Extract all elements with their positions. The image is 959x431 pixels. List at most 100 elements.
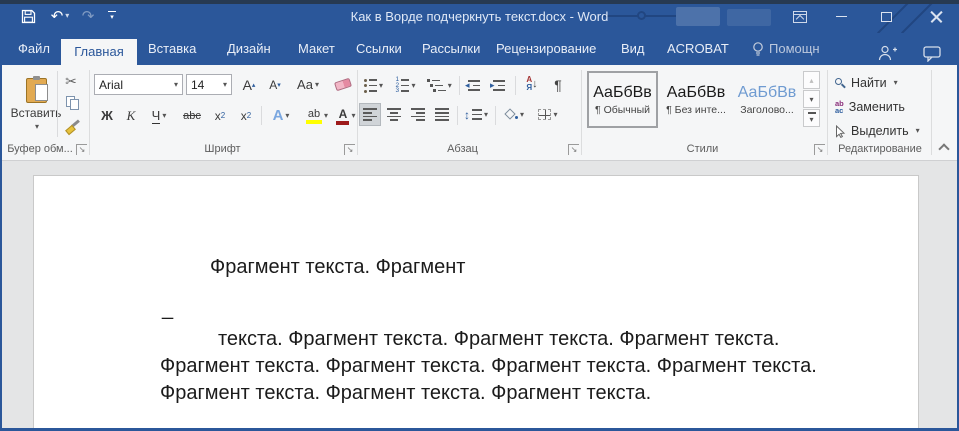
lightbulb-icon	[752, 41, 764, 57]
chevron-up-icon	[938, 143, 949, 154]
tab-home[interactable]: Главная	[61, 39, 137, 65]
tab-acrobat[interactable]: ACROBAT	[667, 33, 729, 65]
sort-button[interactable]: А Я ↓	[519, 72, 545, 95]
grow-font-button[interactable]: А▴	[237, 73, 261, 96]
up-caret-icon: ▴	[809, 76, 813, 85]
justify-icon	[435, 108, 449, 121]
cut-button[interactable]: ✂	[60, 70, 82, 93]
strikethrough-button[interactable]: abc	[178, 104, 206, 127]
minimize-icon	[836, 16, 847, 18]
justify-button[interactable]	[431, 103, 453, 126]
shading-button[interactable]: ▾	[499, 103, 529, 126]
save-button[interactable]	[18, 6, 38, 26]
close-button[interactable]	[921, 0, 951, 33]
find-button[interactable]: Найти ▾	[835, 73, 898, 93]
ribbon-display-options-icon	[793, 11, 807, 23]
chevron-down-icon: ▾	[162, 112, 166, 120]
bullets-button[interactable]: ▾	[360, 74, 387, 97]
decrease-indent-button[interactable]: ◂	[463, 74, 485, 97]
clipboard-dialog-launcher[interactable]: ↘	[76, 144, 87, 155]
text-effects-button[interactable]: А ▾	[265, 104, 297, 127]
multilevel-list-button[interactable]: ▾	[424, 74, 455, 97]
underline-button[interactable]: Ч ▾	[144, 104, 174, 127]
borders-button[interactable]: ▾	[533, 103, 563, 126]
styles-more-button[interactable]: ▾	[803, 109, 820, 127]
change-case-button[interactable]: Аа▾	[292, 73, 324, 96]
customize-qat-button[interactable]: ▾	[104, 6, 120, 26]
ribbon: Вставить ▾ ✂ Буфер обм... ↘ Arial ▾ 14 ▾…	[0, 65, 959, 161]
tab-insert[interactable]: Вставка	[148, 33, 196, 65]
titlebar-decoration	[727, 9, 771, 26]
minimize-button[interactable]	[827, 0, 855, 33]
paragraph-group-label: Абзац	[405, 143, 520, 155]
style-card-no-spacing[interactable]: АаБбВв ¶ Без инте...	[661, 71, 731, 128]
arrow-down-icon: ↓	[532, 78, 538, 90]
shrink-font-button[interactable]: А▾	[263, 73, 287, 96]
align-center-icon	[387, 108, 401, 121]
document-line: Фрагмент текста. Фрагмент текста. Фрагме…	[160, 382, 651, 404]
document-area: Фрагмент текста. Фрагмент _ текста. Фраг…	[0, 162, 959, 431]
share-button[interactable]	[878, 41, 898, 59]
copy-button[interactable]	[62, 92, 84, 115]
tab-view[interactable]: Вид	[621, 33, 645, 65]
undo-button[interactable]: ↶ ▾	[46, 6, 74, 26]
borders-icon	[538, 109, 551, 120]
tab-review[interactable]: Рецензирование	[496, 33, 596, 65]
highlight-button[interactable]: ab ▾	[300, 104, 334, 127]
paint-bucket-icon	[504, 108, 518, 121]
mini-separator	[57, 71, 58, 137]
numbering-icon: 1 2 3	[395, 78, 409, 93]
italic-button[interactable]: К	[120, 104, 142, 127]
format-painter-button[interactable]	[62, 115, 84, 138]
paste-button[interactable]: Вставить ▾	[16, 69, 56, 139]
superscript-button[interactable]: x2	[234, 104, 258, 127]
font-dialog-launcher[interactable]: ↘	[344, 144, 355, 155]
font-color-button[interactable]: А ▾	[336, 104, 356, 127]
increase-indent-button[interactable]: ▸	[488, 74, 510, 97]
chevron-down-icon: ▾	[324, 112, 328, 120]
tab-references[interactable]: Ссылки	[356, 33, 402, 65]
ribbon-display-options-button[interactable]	[786, 0, 814, 33]
undo-icon: ↶	[51, 7, 64, 25]
numbering-button[interactable]: 1 2 3 ▾	[392, 74, 419, 97]
underline-mark: _	[162, 298, 173, 320]
up-caret-icon: ▴	[252, 81, 256, 89]
document-page[interactable]: Фрагмент текста. Фрагмент _ текста. Фраг…	[33, 175, 919, 431]
font-group-label: Шрифт	[160, 143, 285, 155]
font-color-bar	[336, 121, 349, 125]
paragraph-dialog-launcher[interactable]: ↘	[568, 144, 579, 155]
align-center-button[interactable]	[383, 103, 405, 126]
chevron-down-icon: ▾	[35, 123, 39, 131]
tab-help[interactable]: Помощн	[752, 33, 820, 65]
styles-dialog-launcher[interactable]: ↘	[814, 144, 825, 155]
subscript-button[interactable]: x2	[208, 104, 232, 127]
redo-button[interactable]: ↷	[78, 6, 98, 26]
collapse-ribbon-button[interactable]	[935, 141, 953, 157]
show-formatting-marks-button[interactable]: ¶	[549, 73, 567, 96]
line-spacing-button[interactable]: ↕ ▾	[461, 103, 491, 126]
align-right-button[interactable]	[407, 103, 429, 126]
maximize-icon	[881, 12, 892, 22]
tab-file[interactable]: Файл	[18, 33, 50, 65]
chevron-down-icon: ▾	[484, 111, 488, 119]
comments-button[interactable]	[923, 42, 942, 58]
style-card-heading1[interactable]: АаБбВв Заголово...	[733, 71, 801, 128]
maximize-button[interactable]	[872, 0, 900, 33]
font-name-combo[interactable]: Arial ▾	[94, 74, 183, 95]
more-bar-icon	[808, 112, 816, 113]
align-left-button[interactable]	[359, 103, 381, 126]
style-card-normal[interactable]: АаБбВв ¶ Обычный	[587, 71, 658, 128]
replace-button[interactable]: ab ac Заменить	[835, 97, 905, 117]
window-title: Как в Ворде подчеркнуть текст.docx - Wor…	[0, 0, 959, 33]
bold-button[interactable]: Ж	[96, 104, 118, 127]
font-size-combo[interactable]: 14 ▾	[186, 74, 232, 95]
tab-layout[interactable]: Макет	[298, 33, 335, 65]
tab-design[interactable]: Дизайн	[227, 33, 271, 65]
pilcrow-icon: ¶	[554, 77, 562, 93]
clear-formatting-button[interactable]	[330, 73, 356, 96]
styles-scroll-down-button[interactable]: ▾	[803, 90, 820, 108]
select-button[interactable]: Выделить ▾	[835, 121, 920, 141]
group-separator	[931, 70, 932, 155]
styles-scroll-up-button[interactable]: ▴	[803, 71, 820, 89]
tab-mailings[interactable]: Рассылки	[422, 33, 480, 65]
